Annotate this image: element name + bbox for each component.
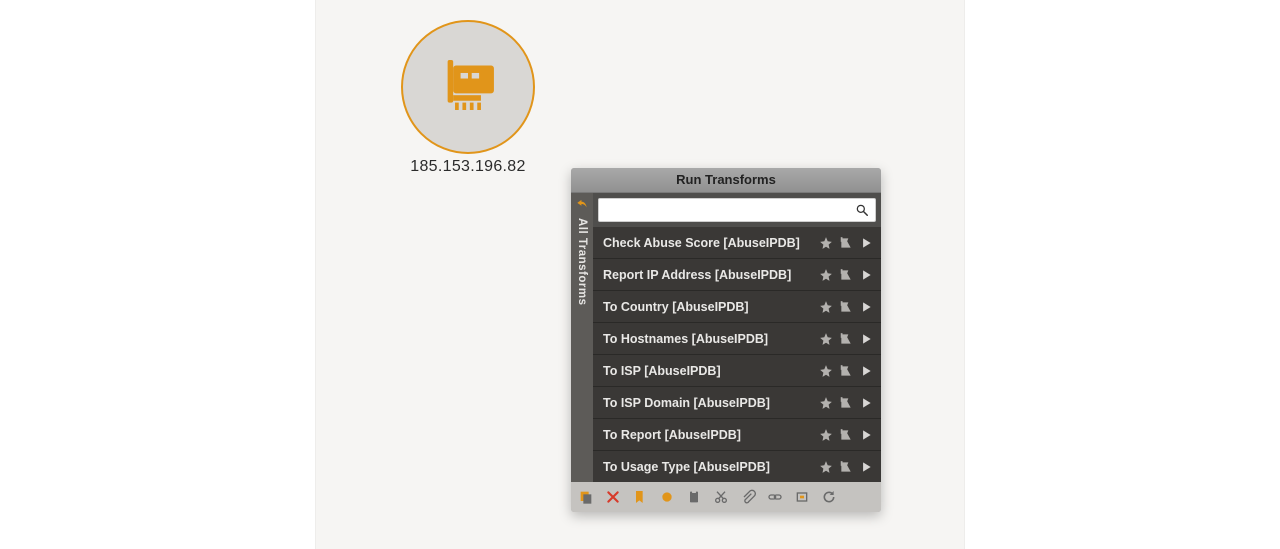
configure-icon[interactable] — [839, 300, 853, 314]
play-icon[interactable] — [859, 364, 873, 378]
refresh-icon[interactable] — [820, 488, 838, 506]
bookmark-icon[interactable] — [631, 488, 649, 506]
play-icon[interactable] — [859, 428, 873, 442]
configure-icon[interactable] — [839, 428, 853, 442]
link-icon[interactable] — [766, 488, 784, 506]
transform-row[interactable]: To ISP Domain [AbuseIPDB] — [593, 386, 881, 418]
star-icon[interactable] — [819, 332, 833, 346]
transform-row[interactable]: Check Abuse Score [AbuseIPDB] — [593, 227, 881, 258]
transform-row[interactable]: To Hostnames [AbuseIPDB] — [593, 322, 881, 354]
play-icon[interactable] — [859, 268, 873, 282]
undo-arrow-icon — [575, 197, 589, 218]
star-icon[interactable] — [819, 396, 833, 410]
play-icon[interactable] — [859, 396, 873, 410]
star-icon[interactable] — [819, 268, 833, 282]
transform-list: Check Abuse Score [AbuseIPDB] Report IP A… — [593, 227, 881, 482]
transform-label: To ISP Domain [AbuseIPDB] — [603, 396, 819, 410]
sidebar-tab-label: All Transforms — [576, 218, 588, 306]
panel-title: Run Transforms — [571, 168, 881, 193]
transform-label: To ISP [AbuseIPDB] — [603, 364, 819, 378]
transform-label: Report IP Address [AbuseIPDB] — [603, 268, 819, 282]
play-icon[interactable] — [859, 332, 873, 346]
entity-icon-circle — [401, 20, 535, 154]
transform-label: To Usage Type [AbuseIPDB] — [603, 460, 819, 474]
transform-row[interactable]: To Report [AbuseIPDB] — [593, 418, 881, 450]
star-icon[interactable] — [819, 236, 833, 250]
configure-icon[interactable] — [839, 332, 853, 346]
star-icon[interactable] — [819, 460, 833, 474]
configure-icon[interactable] — [839, 364, 853, 378]
configure-icon[interactable] — [839, 396, 853, 410]
transform-row[interactable]: To Usage Type [AbuseIPDB] — [593, 450, 881, 482]
delete-icon[interactable] — [604, 488, 622, 506]
circle-icon[interactable] — [658, 488, 676, 506]
entity-ip-label: 185.153.196.82 — [388, 158, 548, 176]
play-icon[interactable] — [859, 300, 873, 314]
transform-label: To Hostnames [AbuseIPDB] — [603, 332, 819, 346]
transform-row[interactable]: To ISP [AbuseIPDB] — [593, 354, 881, 386]
attachment-icon[interactable] — [739, 488, 757, 506]
search-box[interactable] — [598, 198, 876, 222]
transform-label: Check Abuse Score [AbuseIPDB] — [603, 236, 819, 250]
entity-ip-node[interactable]: 185.153.196.82 — [388, 20, 548, 176]
star-icon[interactable] — [819, 428, 833, 442]
cut-icon[interactable] — [712, 488, 730, 506]
transform-row[interactable]: Report IP Address [AbuseIPDB] — [593, 258, 881, 290]
run-transforms-panel: Run Transforms All Transforms C — [571, 168, 881, 512]
transform-row[interactable]: To Country [AbuseIPDB] — [593, 290, 881, 322]
configure-icon[interactable] — [839, 236, 853, 250]
configure-icon[interactable] — [839, 460, 853, 474]
sidebar-tab-all-transforms[interactable]: All Transforms — [571, 193, 593, 482]
search-icon[interactable] — [855, 203, 869, 217]
select-parents-icon[interactable] — [793, 488, 811, 506]
copy-to-new-graph-icon[interactable] — [577, 488, 595, 506]
star-icon[interactable] — [819, 364, 833, 378]
transform-label: To Country [AbuseIPDB] — [603, 300, 819, 314]
transform-label: To Report [AbuseIPDB] — [603, 428, 819, 442]
search-input[interactable] — [605, 202, 855, 218]
star-icon[interactable] — [819, 300, 833, 314]
play-icon[interactable] — [859, 460, 873, 474]
configure-icon[interactable] — [839, 268, 853, 282]
paste-icon[interactable] — [685, 488, 703, 506]
bottom-toolbar — [571, 482, 881, 512]
play-icon[interactable] — [859, 236, 873, 250]
network-card-icon — [438, 60, 498, 115]
